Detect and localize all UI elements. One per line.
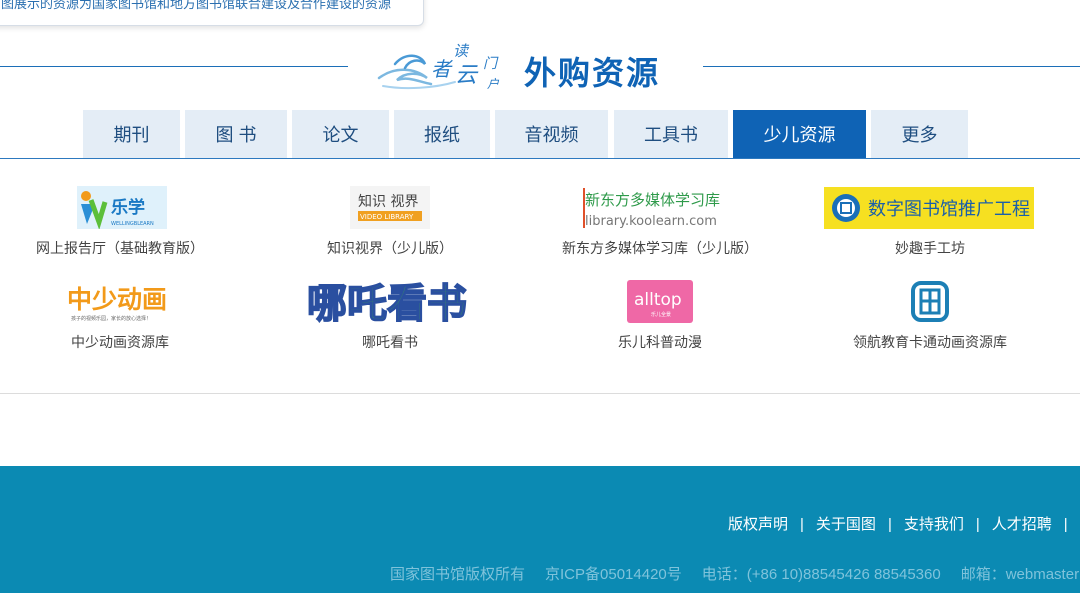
footer-copyright: 国家图书馆版权所有: [390, 566, 526, 583]
resource-craft-workshop[interactable]: 数字图书馆推广工程 妙趣手工坊: [815, 186, 1045, 260]
tab-label: 工具书: [644, 125, 698, 145]
reader-gate-logo-icon: 者 读 云 门 户: [377, 42, 500, 91]
tabs-underline: [0, 158, 1080, 159]
resource-zhongshao-animation[interactable]: 中少动画 孩子的视频乐园，家长的放心选择！ 中少动画资源库: [20, 280, 220, 354]
resource-label: 妙趣手工坊: [895, 240, 965, 256]
svg-text:中少动画: 中少动画: [67, 285, 167, 314]
footer-links: 版权声明 | 关于国图 | 支持我们 | 人才招聘 |: [728, 513, 1080, 534]
svg-text:新东方多媒体学习库: 新东方多媒体学习库: [585, 191, 720, 209]
tab-children-resources[interactable]: 少儿资源: [733, 110, 866, 158]
footer-icp[interactable]: 京ICP备05014420号: [545, 566, 682, 583]
resource-new-oriental-library[interactable]: 新东方多媒体学习库 library.koolearn.com 新东方多媒体学习库…: [545, 186, 775, 260]
alltop-logo-icon: alltop 乐儿全景: [627, 280, 693, 323]
tab-label: 音视频: [524, 125, 579, 145]
footer-link-careers[interactable]: 人才招聘: [992, 516, 1052, 533]
resource-label: 知识视界（少儿版）: [327, 240, 453, 256]
tab-label: 报纸: [424, 125, 460, 145]
resource-label: 哪吒看书: [362, 334, 418, 350]
svg-text:门: 门: [483, 56, 499, 72]
content-divider: [0, 393, 1080, 394]
tab-reference-books[interactable]: 工具书: [614, 110, 728, 158]
digital-library-logo-icon: 数字图书馆推广工程: [824, 187, 1034, 229]
footer-link-support[interactable]: 支持我们: [904, 516, 964, 533]
title-divider-right: [703, 66, 1080, 67]
koolearn-logo-icon: 新东方多媒体学习库 library.koolearn.com: [583, 186, 733, 229]
tab-newspapers[interactable]: 报纸: [394, 110, 490, 158]
resource-label: 新东方多媒体学习库（少儿版）: [562, 240, 758, 256]
svg-text:乐学: 乐学: [111, 197, 145, 218]
footer-separator: |: [800, 516, 804, 533]
footer-separator: |: [887, 516, 892, 533]
tab-audio-video[interactable]: 音视频: [495, 110, 608, 158]
resource-label: 乐儿科普动漫: [618, 334, 702, 350]
lexue-logo-icon: 乐学 WELLINGBLEARN: [77, 186, 167, 229]
tab-theses[interactable]: 论文: [292, 110, 389, 158]
footer-separator: |: [975, 516, 980, 533]
svg-text:VIDEO LIBRARY: VIDEO LIBRARY: [360, 213, 414, 221]
svg-text:者: 者: [431, 57, 453, 81]
tab-label: 论文: [322, 125, 359, 145]
footer-info: 国家图书馆版权所有 京ICP备05014420号 电话：(+86 10)885454…: [390, 563, 1080, 584]
footer-email: 邮箱：webmaster: [960, 566, 1080, 583]
resource-nezha-reading[interactable]: 哪吒看书 哪吒看书: [290, 280, 490, 354]
footer-separator: |: [1063, 516, 1068, 533]
tab-label: 更多: [901, 125, 938, 145]
svg-text:知识 视界: 知识 视界: [358, 193, 418, 210]
tab-more[interactable]: 更多: [871, 110, 968, 158]
tab-periodicals[interactable]: 期刊: [83, 110, 180, 158]
linghang-logo-icon: [910, 280, 950, 323]
resource-label: 领航教育卡通动画资源库: [853, 334, 1007, 350]
title-divider-left: [0, 66, 348, 67]
zhongshao-logo-icon: 中少动画 孩子的视频乐园，家长的放心选择！: [65, 282, 175, 324]
svg-text:乐儿全景: 乐儿全景: [651, 311, 671, 318]
site-footer: 版权声明 | 关于国图 | 支持我们 | 人才招聘 | 国家图书馆版权所有 京ICP备05014…: [0, 466, 1080, 593]
resource-leer-science-animation[interactable]: alltop 乐儿全景 乐儿科普动漫: [545, 280, 775, 354]
tab-label: 图 书: [215, 125, 257, 145]
footer-link-about[interactable]: 关于国图: [816, 516, 876, 533]
page: 图展示的资源为国家图书馆和地方图书馆联合建设及合作建设的资源 者 读 云 门 户…: [0, 0, 1080, 593]
svg-text:孩子的视频乐园，家长的放心选择！: 孩子的视频乐园，家长的放心选择！: [71, 315, 151, 322]
resource-linghang-animation[interactable]: 领航教育卡通动画资源库: [815, 280, 1045, 354]
svg-text:读: 读: [453, 42, 470, 60]
nezha-logo-icon: 哪吒看书: [305, 280, 477, 323]
svg-text:户: 户: [487, 77, 500, 91]
svg-text:alltop: alltop: [634, 290, 682, 310]
resource-knowledge-vision[interactable]: 知识 视界 VIDEO LIBRARY 知识视界（少儿版）: [290, 186, 490, 260]
tab-label: 少儿资源: [763, 125, 836, 145]
tab-books[interactable]: 图 书: [185, 110, 287, 158]
svg-text:数字图书馆推广工程: 数字图书馆推广工程: [868, 199, 1030, 220]
tab-label: 期刊: [113, 125, 150, 145]
notice-text: 图展示的资源为国家图书馆和地方图书馆联合建设及合作建设的资源: [1, 0, 392, 11]
svg-text:WELLINGBLEARN: WELLINGBLEARN: [111, 221, 154, 227]
svg-text:哪吒看书: 哪吒看书: [307, 281, 467, 323]
section-title: 外购资源: [524, 55, 661, 91]
footer-phone: 电话：(+86 10)88545426 88545360: [701, 566, 941, 583]
footer-link-copyright[interactable]: 版权声明: [728, 516, 788, 533]
svg-text:library.koolearn.com: library.koolearn.com: [585, 214, 717, 229]
video-library-logo-icon: 知识 视界 VIDEO LIBRARY: [350, 186, 430, 229]
resource-label: 中少动画资源库: [71, 334, 169, 350]
svg-text:云: 云: [455, 63, 479, 88]
notice-tooltip: 图展示的资源为国家图书馆和地方图书馆联合建设及合作建设的资源: [0, 0, 424, 26]
resource-online-lecture-hall[interactable]: 乐学 WELLINGBLEARN 网上报告厅（基础教育版）: [20, 186, 220, 260]
resource-label: 网上报告厅（基础教育版）: [36, 240, 204, 256]
